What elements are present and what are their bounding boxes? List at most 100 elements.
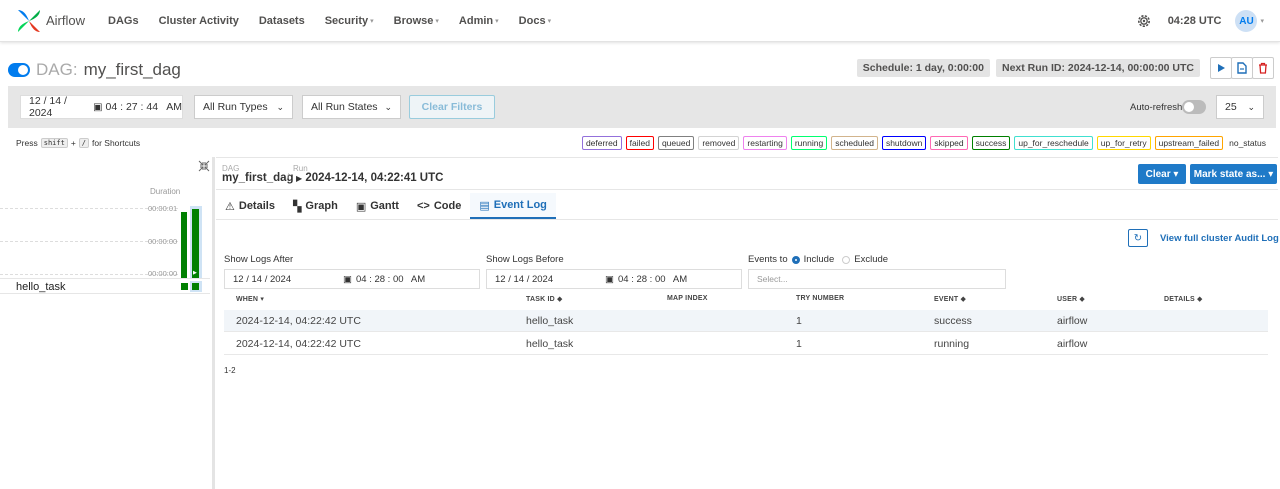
breadcrumb-separator: /	[286, 172, 290, 184]
nav-item-security[interactable]: Security ▾	[325, 15, 374, 27]
schedule-badge: Schedule: 1 day, 0:00:00	[856, 59, 990, 77]
column-header[interactable]: USER ◆	[1057, 295, 1085, 303]
show-logs-after-label: Show Logs After	[224, 254, 294, 265]
legend-no-status[interactable]: no_status	[1229, 138, 1266, 148]
legend-upstream-failed[interactable]: upstream_failed	[1154, 136, 1224, 150]
tab-label: Details	[238, 200, 275, 212]
task-instance-cell[interactable]	[181, 283, 188, 290]
play-icon	[1218, 64, 1225, 72]
tab-label: Event Log	[493, 199, 547, 211]
table-row[interactable]: 2024-12-14, 04:22:42 UTC hello_task 1 runni…	[224, 333, 1268, 355]
nav-item-cluster-activity[interactable]: Cluster Activity	[159, 15, 239, 27]
tab-code[interactable]: <> Code	[408, 193, 470, 219]
chevron-down-icon: ▾	[547, 17, 552, 25]
collapse-icon[interactable]	[198, 160, 210, 172]
pagination-info: 1-2	[224, 366, 236, 375]
clear-filters-button[interactable]: Clear Filters	[409, 95, 495, 119]
tab-event-log[interactable]: ▤ Event Log	[470, 193, 556, 219]
legend-failed[interactable]: failed	[625, 136, 654, 150]
tab-details[interactable]: ⚠ Details	[216, 193, 284, 219]
refresh-button[interactable]: ↻	[1128, 229, 1148, 247]
nav-item-datasets[interactable]: Datasets	[259, 15, 305, 27]
shortcut-key-slash: /	[78, 138, 89, 148]
nav-item-dags[interactable]: DAGs	[108, 15, 139, 27]
nav-item-admin[interactable]: Admin ▾	[459, 15, 499, 27]
events-select[interactable]: Select...	[748, 269, 1006, 289]
legend-skipped[interactable]: skipped	[930, 136, 968, 150]
events-to-label: Events to	[748, 254, 788, 265]
chevron-down-icon: ⌄	[276, 101, 284, 112]
run-type-select[interactable]: All Run Types ⌄	[194, 95, 293, 119]
audit-log-link[interactable]: View full cluster Audit Log	[1160, 233, 1279, 244]
autorefresh-toggle[interactable]	[1182, 100, 1206, 114]
shortcut-key-shift: shift	[40, 138, 68, 148]
legend-restarting[interactable]: restarting	[743, 136, 787, 150]
include-label[interactable]: Include	[804, 254, 835, 265]
duration-tick: 00:00:01	[148, 204, 178, 213]
task-name[interactable]: hello_task	[16, 281, 66, 293]
avatar[interactable]: AU	[1235, 10, 1258, 32]
tab-gantt[interactable]: ▣ Gantt	[347, 193, 408, 219]
tab-graph[interactable]: ▚ Graph	[284, 193, 347, 219]
breadcrumb-dag[interactable]: my_first_dag	[222, 172, 294, 184]
duration-tick: 00:00:00	[148, 237, 178, 246]
logs-before-input[interactable]: 12 / 14 / 2024 ▣ 04 : 28 : 00 AM	[486, 269, 742, 289]
run-duration-bar[interactable]	[181, 212, 187, 278]
legend-queued[interactable]: queued	[657, 136, 695, 150]
legend-up-for-reschedule[interactable]: up_for_reschedule	[1014, 136, 1093, 150]
legend-scheduled[interactable]: scheduled	[831, 136, 878, 150]
gear-icon[interactable]	[1136, 13, 1152, 29]
clock[interactable]: 04:28 UTC	[1168, 15, 1222, 27]
table-row[interactable]: 2024-12-14, 04:22:42 UTC hello_task 1 succe…	[224, 310, 1268, 332]
duration-tick: 00:00:00	[148, 269, 178, 278]
shortcut-plus: +	[70, 138, 76, 148]
nav-item-browse[interactable]: Browse ▾	[394, 15, 439, 27]
run-duration-bar-selected[interactable]	[192, 209, 199, 278]
base-date-value: 12 / 14 / 2024	[29, 95, 67, 119]
column-header[interactable]: DETAILS ◆	[1164, 295, 1203, 303]
table-cell: hello_task	[526, 315, 574, 327]
grid-panel	[0, 157, 210, 489]
legend-shutdown[interactable]: shutdown	[881, 136, 927, 150]
dag-pause-toggle[interactable]	[8, 63, 30, 77]
run-state-select[interactable]: All Run States ⌄	[302, 95, 401, 119]
column-header[interactable]: MAP INDEX	[667, 295, 708, 302]
column-header[interactable]: TASK ID ◆	[526, 295, 563, 303]
tab-icon: ▤	[479, 199, 490, 212]
column-header[interactable]: EVENT ◆	[934, 295, 966, 303]
brand-name: Airflow	[46, 13, 86, 28]
column-header[interactable]: WHEN ▾	[236, 295, 264, 303]
nav-item-docs[interactable]: Docs ▾	[519, 15, 551, 27]
page-size-select[interactable]: 25 ⌄	[1216, 95, 1264, 119]
brand[interactable]: Airflow	[16, 8, 108, 34]
chevron-down-icon: ▾	[370, 17, 374, 25]
legend-up-for-retry[interactable]: up_for_retry	[1096, 136, 1151, 150]
table-cell: 2024-12-14, 04:22:42 UTC	[236, 338, 361, 350]
legend-success[interactable]: success	[971, 136, 1011, 150]
exclude-radio[interactable]	[842, 255, 851, 264]
table-cell: hello_task	[526, 338, 574, 350]
panel-resizer[interactable]	[212, 157, 215, 489]
trigger-dag-button[interactable]	[1210, 57, 1232, 79]
nav-item-label: Datasets	[258, 14, 305, 27]
parse-dag-button[interactable]	[1231, 57, 1253, 79]
breadcrumb-run-value: 2024-12-14, 04:22:41 UTC	[305, 172, 444, 184]
mark-state-button[interactable]: Mark state as... ▾	[1190, 164, 1277, 184]
divider	[216, 219, 1278, 220]
legend-running[interactable]: running	[790, 136, 828, 150]
delete-dag-button[interactable]	[1252, 57, 1274, 79]
legend-removed[interactable]: removed	[698, 136, 740, 150]
exclude-label[interactable]: Exclude	[854, 254, 888, 265]
clear-button[interactable]: Clear ▾	[1138, 164, 1186, 184]
base-date-input[interactable]: 12 / 14 / 2024 ▣ 04 : 27 : 44 AM	[20, 95, 183, 119]
calendar-icon: ▣	[93, 101, 103, 113]
legend-deferred[interactable]: deferred	[581, 136, 622, 150]
include-radio[interactable]	[791, 255, 800, 264]
file-icon	[1237, 62, 1247, 74]
table-cell: 2024-12-14, 04:22:42 UTC	[236, 315, 361, 327]
logs-after-input[interactable]: 12 / 14 / 2024 ▣ 04 : 28 : 00 AM	[224, 269, 480, 289]
column-header[interactable]: TRY NUMBER	[796, 295, 844, 302]
breadcrumb-run[interactable]: ▶ 2024-12-14, 04:22:41 UTC	[296, 172, 443, 184]
task-instance-cell-selected[interactable]	[192, 283, 199, 290]
nav-item-label: Cluster Activity	[158, 14, 239, 27]
